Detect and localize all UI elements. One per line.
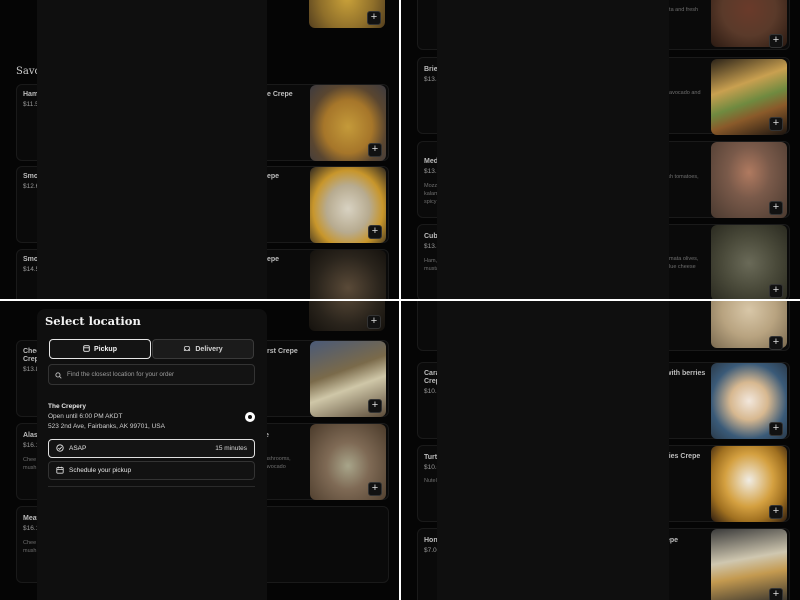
item-name: Smo <box>23 173 39 180</box>
add-item-button[interactable]: + <box>769 34 783 48</box>
location-hours: Open until 6:00 PM AKDT <box>48 413 123 420</box>
sheet-panel <box>437 0 669 299</box>
location-radio[interactable] <box>245 412 255 422</box>
add-item-button[interactable]: + <box>769 422 783 436</box>
select-location-modal: Select location Pickup Delivery The Crep… <box>37 309 267 600</box>
store-icon <box>83 344 90 354</box>
add-item-button[interactable]: + <box>368 399 382 413</box>
add-item-button[interactable]: + <box>769 505 783 519</box>
search-icon <box>55 366 62 384</box>
location-name: The Crepery <box>48 403 86 410</box>
add-item-button[interactable]: + <box>769 284 783 298</box>
sheet-panel <box>37 0 267 299</box>
item-name-right: ries Crepe <box>666 453 701 460</box>
tab-delivery-label: Delivery <box>195 345 223 353</box>
car-icon <box>183 345 191 354</box>
item-name-right: epe <box>267 173 280 180</box>
location-picker-view: + Chee Crepe $13.8 twurst Crepe + Alask … <box>0 301 399 600</box>
add-item-button[interactable]: + <box>367 11 381 25</box>
item-description-right: amata olives, blue cheese <box>666 256 699 270</box>
item-name-right: with berries <box>666 370 706 377</box>
add-item-button[interactable]: + <box>769 336 783 350</box>
check-circle-icon <box>56 443 64 454</box>
add-item-button[interactable]: + <box>769 117 783 131</box>
add-item-button[interactable]: + <box>368 482 382 496</box>
item-description-right: ushrooms, avocado <box>265 456 291 470</box>
schedule-label: Schedule your pickup <box>69 467 132 474</box>
location-search[interactable] <box>48 364 255 385</box>
tab-pickup-label: Pickup <box>94 345 117 353</box>
add-item-button[interactable]: + <box>368 225 382 239</box>
divider <box>48 486 255 487</box>
asap-time: 15 minutes <box>215 445 247 452</box>
radio-selected-dot <box>248 415 252 419</box>
item-name-right: e Crepe <box>267 91 293 98</box>
item-thumbnail <box>310 250 386 299</box>
item-name: Ham <box>23 91 39 98</box>
sheet-panel <box>437 301 669 600</box>
calendar-icon <box>56 466 64 476</box>
asap-option[interactable]: ASAP 15 minutes <box>48 439 255 458</box>
menu-view-savory: + Savo Ham $11.5 e Crepe + Smo $12.6 epe… <box>0 0 399 299</box>
menu-view-desserts: + Cara Crep $10.5 with berries + Turtl $… <box>401 301 800 600</box>
item-description-right: , avocado and <box>666 90 701 96</box>
tab-delivery[interactable]: Delivery <box>152 339 254 359</box>
location-address: 523 2nd Ave, Fairbanks, AK 99701, USA <box>48 423 165 430</box>
modal-title: Select location <box>45 314 141 328</box>
item-name: Brie <box>424 66 438 73</box>
menu-view-crepes: ata and fresh + Brie $13.8 , avocado and… <box>401 0 800 299</box>
schedule-option[interactable]: Schedule your pickup <box>48 461 255 480</box>
item-name: Smo <box>23 256 39 263</box>
item-description-right: ata and fresh <box>666 7 699 13</box>
add-item-button[interactable]: + <box>368 143 382 157</box>
search-input[interactable] <box>67 371 247 378</box>
tab-pickup[interactable]: Pickup <box>49 339 151 359</box>
add-item-button[interactable]: + <box>769 201 783 215</box>
item-name-right: epe <box>267 256 280 263</box>
quadrant-divider-horizontal <box>0 299 800 301</box>
item-description-right: ish tomatoes, <box>666 174 699 180</box>
asap-label: ASAP <box>69 445 87 452</box>
add-item-button[interactable]: + <box>769 588 783 600</box>
add-item-button[interactable]: + <box>367 315 381 329</box>
